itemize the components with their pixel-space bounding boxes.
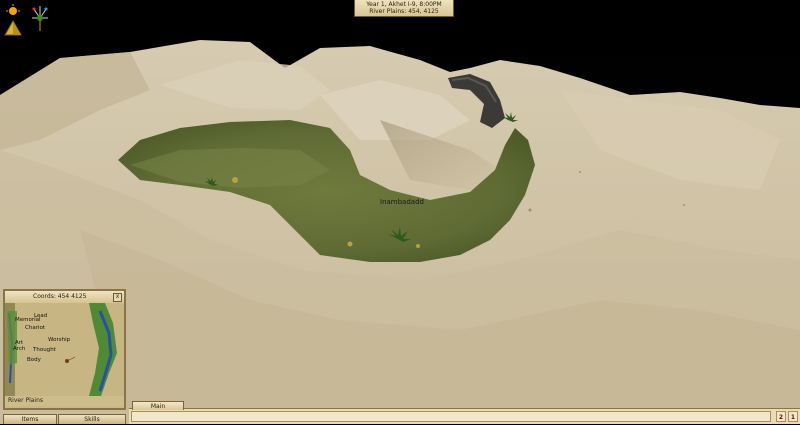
chat-button-2[interactable]: 2 — [776, 411, 786, 422]
minimap-place-arch[interactable]: Arch — [13, 346, 25, 352]
tab-items[interactable]: Items — [3, 414, 57, 424]
minimap-panel[interactable]: Coords: 454 4125 x Memorial Lead Chariot… — [3, 289, 126, 410]
minimap-coords: Coords: 454 4125 — [33, 293, 87, 300]
minimap-map[interactable]: Memorial Lead Chariot Worship Art Arch T… — [5, 303, 124, 396]
player-name-label[interactable]: Inambadadd — [380, 198, 424, 206]
chat-tab-main[interactable]: Main — [132, 401, 184, 410]
tab-skills[interactable]: Skills — [58, 414, 126, 424]
date-location-panel: Year 1, Akhet I-9, 8:00PM River Plains: … — [354, 0, 454, 17]
chat-input[interactable] — [131, 411, 771, 422]
minimap-place-thought[interactable]: Thought — [33, 347, 56, 353]
fireworks-icon[interactable] — [30, 4, 50, 31]
date-label: Year 1, Akhet I-9, 8:00PM — [366, 1, 442, 8]
minimap-close-button[interactable]: x — [113, 293, 122, 302]
minimap-place-chariot[interactable]: Chariot — [25, 325, 45, 331]
minimap-region: River Plains — [5, 396, 124, 406]
minimap-header: Coords: 454 4125 x — [5, 291, 124, 303]
minimap-place-body[interactable]: Body — [27, 357, 41, 363]
chat-button-1[interactable]: 1 — [788, 411, 798, 422]
minimap-place-lead[interactable]: Lead — [34, 313, 47, 319]
pyramid-icon[interactable] — [3, 4, 23, 36]
location-label: River Plains: 454, 4125 — [369, 8, 439, 15]
minimap-place-worship[interactable]: Worship — [48, 337, 70, 343]
